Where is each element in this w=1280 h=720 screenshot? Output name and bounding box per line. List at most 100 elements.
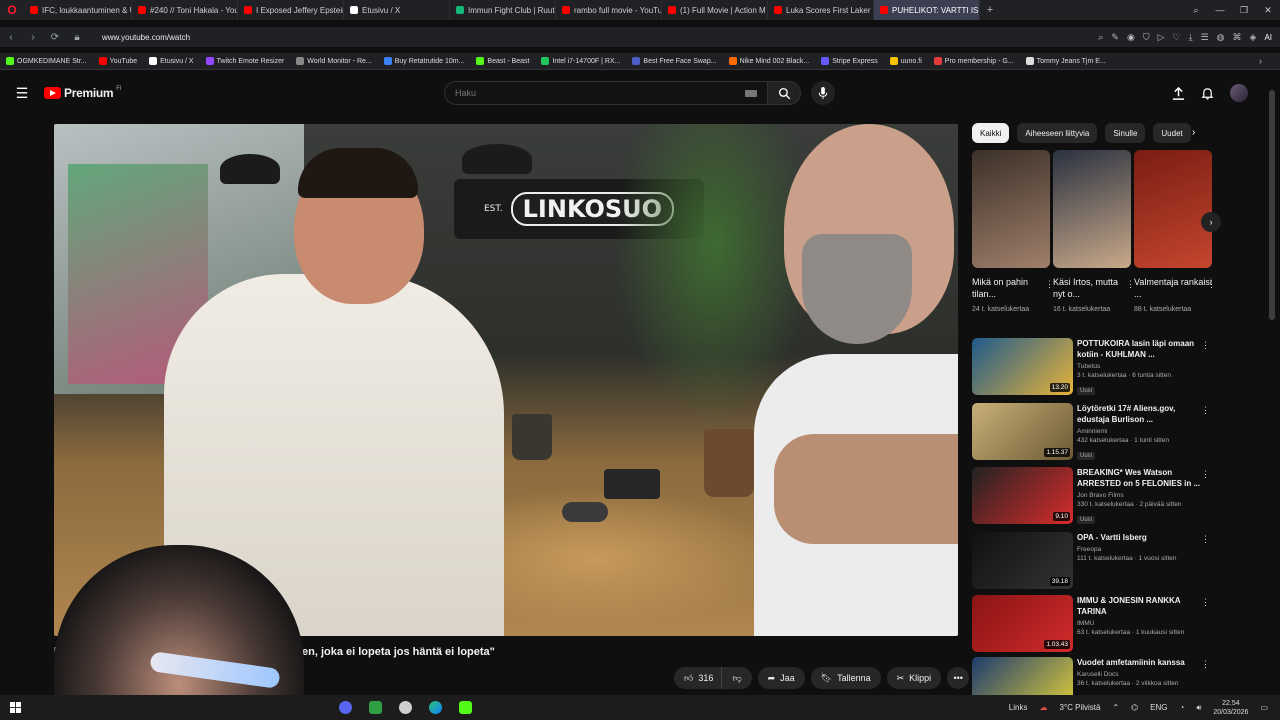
- browser-tab[interactable]: rambo full movie - YouTu: [556, 0, 662, 20]
- shorts-next-button[interactable]: ›: [1201, 212, 1221, 232]
- app-green-icon[interactable]: [360, 698, 390, 718]
- browser-tab[interactable]: #240 // Toni Hakala - You: [132, 0, 238, 20]
- bell-icon[interactable]: [1201, 87, 1214, 100]
- tray-chevron-icon[interactable]: ⌃: [1112, 703, 1119, 712]
- channel-name[interactable]: IMMU: [1077, 620, 1202, 627]
- recommendation-thumbnail[interactable]: 13.20: [972, 338, 1073, 395]
- recommendation-title[interactable]: IMMU & JONESIN RANKKA TARINA: [1077, 595, 1202, 617]
- opera-logo-icon[interactable]: O: [0, 0, 24, 20]
- profile-icon[interactable]: ◍: [1217, 32, 1225, 43]
- bookmark-item[interactable]: Etusivu / X: [143, 57, 199, 65]
- minimize-button[interactable]: —: [1208, 5, 1232, 16]
- channel-name[interactable]: Jon Bravo Films: [1077, 492, 1202, 499]
- youtube-logo[interactable]: Premium FI: [44, 86, 122, 100]
- back-button[interactable]: ‹: [0, 32, 22, 43]
- bookmark-item[interactable]: Nike Mind 002 Black...: [723, 57, 816, 65]
- bookmark-item[interactable]: Pro membership - G...: [928, 57, 1020, 65]
- short-thumbnail[interactable]: [1053, 150, 1131, 268]
- new-tab-button[interactable]: +: [980, 4, 1000, 16]
- extension-icon[interactable]: ⌘: [1233, 32, 1242, 43]
- cube-icon[interactable]: ◈: [1250, 32, 1257, 43]
- dislike-button[interactable]: 👎︎: [721, 667, 752, 689]
- filter-chip[interactable]: Sinulle: [1105, 123, 1146, 143]
- heart-icon[interactable]: ♡: [1173, 32, 1181, 43]
- discord-icon[interactable]: [330, 698, 360, 718]
- channel-name[interactable]: Tubetus: [1077, 363, 1202, 370]
- maximize-button[interactable]: ❐: [1232, 5, 1256, 16]
- recommendation-item[interactable]: 1.15.37 Löytöretki 17# Aliens.gov, edusta…: [972, 403, 1222, 463]
- recommendation-title[interactable]: POTTUKOIRA lasin läpi omaan kotiin - KUH…: [1077, 338, 1202, 360]
- bookmark-item[interactable]: Beast - Beast: [470, 57, 535, 65]
- shield-icon[interactable]: ⛉: [1143, 32, 1150, 43]
- bookmark-item[interactable]: Tommy Jeans Tjm E...: [1020, 57, 1112, 65]
- channel-name[interactable]: Freeopa: [1077, 546, 1202, 553]
- url-field[interactable]: www.youtube.com/watch: [102, 33, 190, 42]
- channel-name[interactable]: Karuselli Docs: [1077, 671, 1202, 678]
- menu-list-icon[interactable]: ☰: [1201, 32, 1209, 43]
- clip-button[interactable]: ✂ Klippi: [886, 667, 942, 689]
- chips-next-icon[interactable]: ›: [1192, 127, 1195, 138]
- ai-button[interactable]: AI: [1264, 33, 1272, 42]
- close-window-button[interactable]: ✕: [1256, 5, 1280, 16]
- volume-icon[interactable]: 🔊︎: [1196, 703, 1201, 713]
- edit-icon[interactable]: ✎: [1111, 32, 1119, 43]
- voice-search-button[interactable]: [811, 81, 835, 105]
- channel-name[interactable]: Aminniemi: [1077, 428, 1202, 435]
- links-toolbar[interactable]: Links: [1009, 703, 1028, 712]
- bookmark-item[interactable]: World Monitor - Re...: [290, 57, 377, 65]
- share-button[interactable]: ➦ Jaa: [757, 667, 805, 689]
- browser-tab[interactable]: (1) Full Movie | Action M: [662, 0, 768, 20]
- bookmark-item[interactable]: OGMKEDIMANE Str...: [0, 57, 93, 65]
- camera-icon[interactable]: ◉: [1127, 32, 1135, 43]
- recommendation-item[interactable]: 13.20 POTTUKOIRA lasin läpi omaan kotiin …: [972, 338, 1222, 398]
- save-button[interactable]: 🔖︎ Tallenna: [810, 667, 881, 689]
- page-scrollbar[interactable]: [1269, 90, 1275, 320]
- more-dots-icon[interactable]: ⋮: [1201, 405, 1210, 416]
- browser-tab[interactable]: PUHELIKOT: VARTTI IS: [874, 0, 980, 20]
- weather-text[interactable]: 3°C Pilvistä: [1059, 703, 1100, 712]
- search-icon[interactable]: ⌕: [1098, 32, 1103, 43]
- notifications-icon[interactable]: ▭: [1260, 703, 1268, 712]
- bookmark-item[interactable]: Buy Retatrutide 10m...: [378, 57, 471, 65]
- recommendation-item[interactable]: 1.03.43 IMMU & JONESIN RANKKA TARINA IMMU 6…: [972, 595, 1222, 655]
- recommendation-title[interactable]: Löytöretki 17# Aliens.gov, edustaja Burl…: [1077, 403, 1202, 425]
- bookmark-item[interactable]: uuno.fi: [884, 57, 928, 65]
- short-title[interactable]: Mikä on pahin tilan...: [972, 276, 1050, 300]
- browser-tab[interactable]: I Exposed Jeffery Epstein's: [238, 0, 344, 20]
- filter-chip[interactable]: Aiheeseen liittyvia: [1017, 123, 1098, 143]
- short-thumbnail[interactable]: [1134, 150, 1212, 268]
- short-thumbnail[interactable]: [972, 150, 1050, 268]
- keyboard-icon[interactable]: [745, 89, 757, 97]
- more-dots-icon[interactable]: ⋮: [1207, 279, 1216, 290]
- avatar[interactable]: [1230, 84, 1248, 102]
- kick-icon[interactable]: [450, 698, 480, 718]
- language-indicator[interactable]: ENG: [1150, 703, 1167, 712]
- more-dots-icon[interactable]: ⋮: [1201, 469, 1210, 480]
- recommendation-thumbnail[interactable]: 39.18: [972, 532, 1073, 589]
- bookmark-item[interactable]: Best Free Face Swap...: [626, 57, 722, 65]
- forward-button[interactable]: ›: [22, 32, 44, 43]
- browser-tab[interactable]: Luka Scores First Laker 60: [768, 0, 874, 20]
- browser-tab[interactable]: Immun Fight Club | Ruutu: [450, 0, 556, 20]
- filter-chip[interactable]: Uudet: [1153, 123, 1191, 143]
- download-icon[interactable]: ⤓: [1189, 32, 1193, 43]
- short-item[interactable]: Valmentaja rankaisi ... 88 t. katselukert…: [1134, 150, 1216, 315]
- filter-chip[interactable]: Kaikki: [972, 123, 1010, 143]
- bookmarks-more-icon[interactable]: ›: [1259, 56, 1280, 66]
- clock[interactable]: 22.54 20/03/2026: [1213, 699, 1248, 717]
- hamburger-menu-icon[interactable]: ☰: [0, 85, 44, 102]
- more-actions-button[interactable]: •••: [947, 667, 970, 689]
- edge-icon[interactable]: [420, 698, 450, 718]
- bookmark-item[interactable]: Twitch Emote Resizer: [200, 57, 291, 65]
- browser-tab[interactable]: Etusivu / X: [344, 0, 450, 20]
- like-button[interactable]: 👍︎ 316: [674, 667, 722, 689]
- search-tabs-icon[interactable]: ⌕: [1184, 5, 1208, 16]
- recommendation-thumbnail[interactable]: 1.03.43: [972, 595, 1073, 652]
- browser-tab[interactable]: IFC, loukkaantuminen & U: [24, 0, 132, 20]
- short-item[interactable]: Mikä on pahin tilan... 24 t. katselukerta…: [972, 150, 1054, 315]
- bookmark-item[interactable]: YouTube: [93, 57, 144, 65]
- more-dots-icon[interactable]: ⋮: [1201, 534, 1210, 545]
- network-icon[interactable]: ⌬: [1131, 703, 1138, 712]
- recommendation-item[interactable]: 9.10 BREAKING* Wes Watson ARRESTED on 5 F…: [972, 467, 1222, 527]
- bookmark-item[interactable]: Stripe Express: [815, 57, 884, 65]
